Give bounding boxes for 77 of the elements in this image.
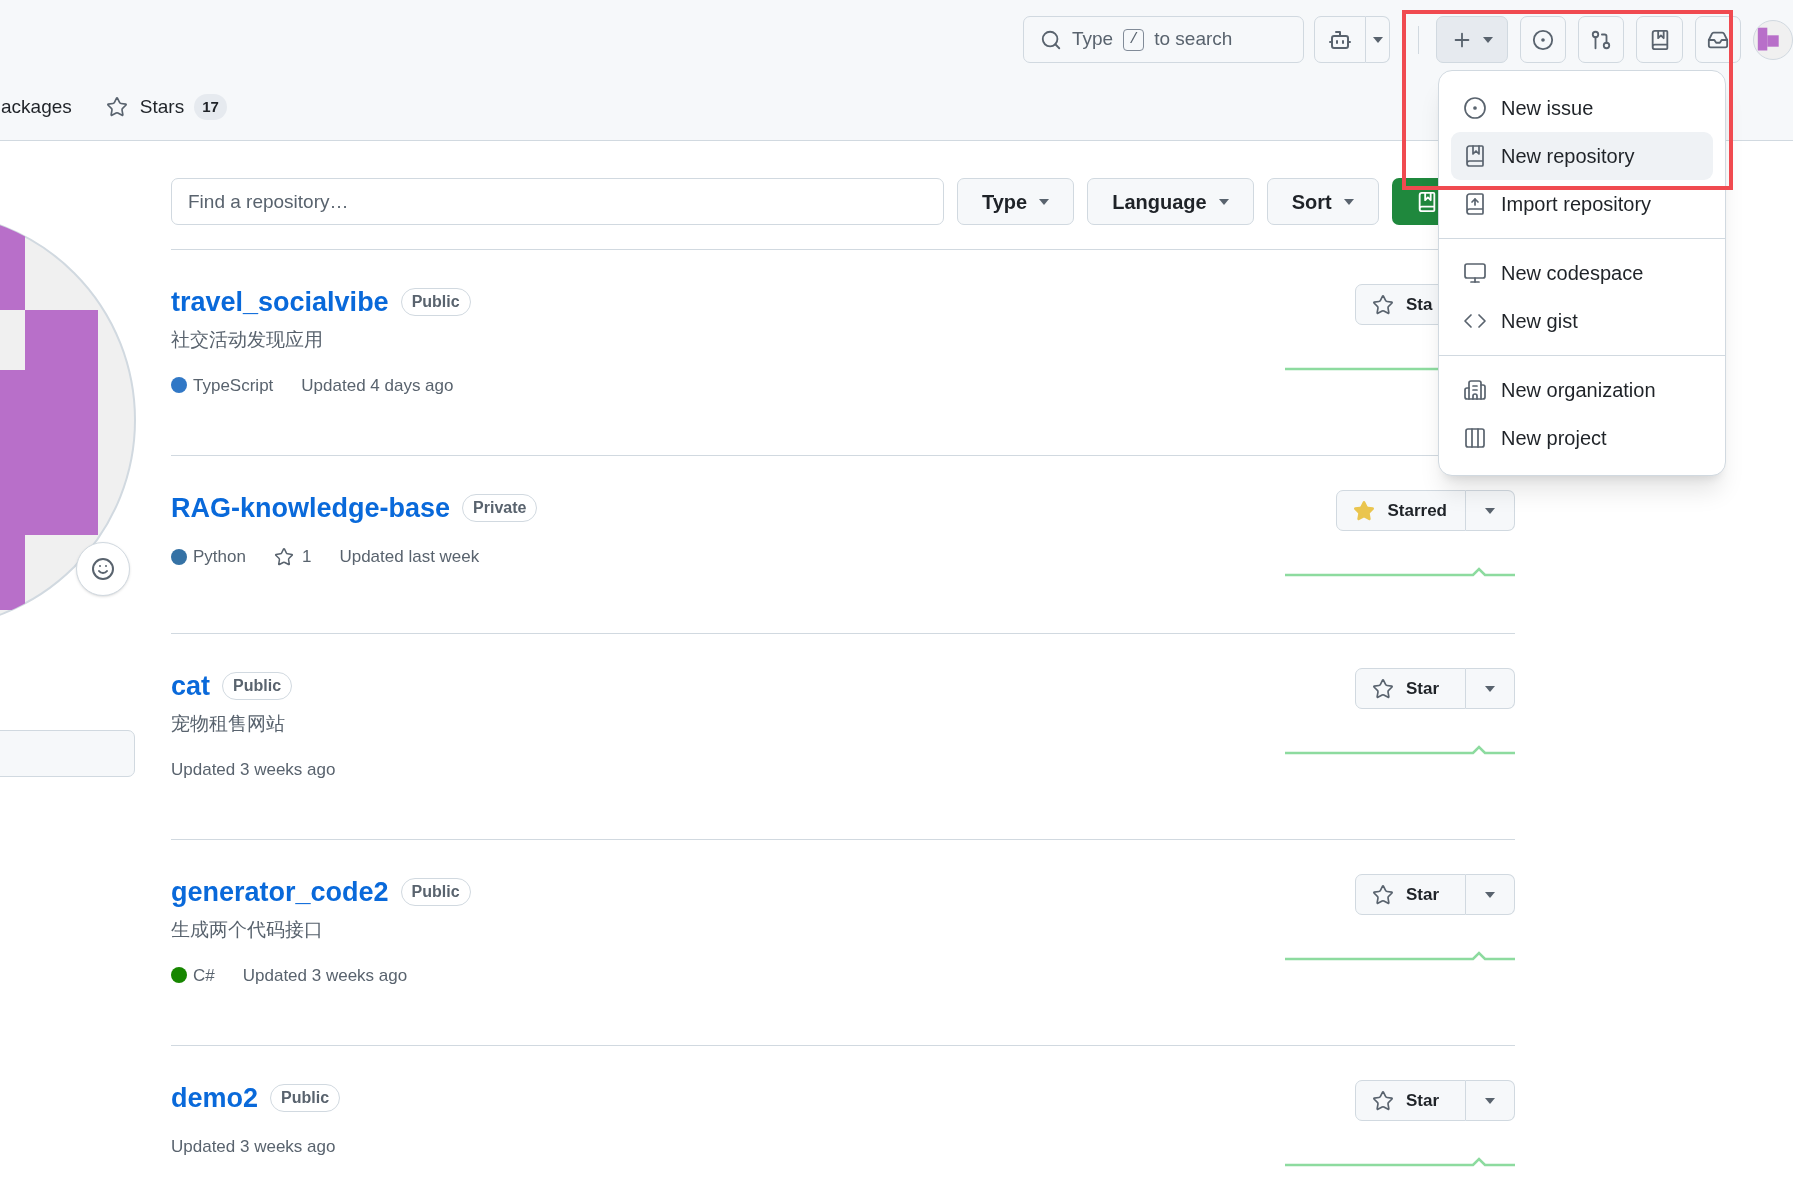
star-list-button[interactable] [1466,874,1515,915]
pull-requests-button[interactable] [1578,16,1625,63]
caret-icon [1343,198,1354,205]
copilot-button[interactable] [1314,16,1366,63]
star-icon [273,546,294,567]
search-hint: Type [1072,27,1114,52]
language-label: Python [193,546,246,568]
star-button[interactable]: Starred [1336,490,1466,531]
menu-item[interactable]: Import repository [1451,180,1713,228]
star-icon [105,96,128,118]
caret-icon [1218,198,1229,205]
caret-icon [1485,507,1495,514]
filter-button[interactable]: Language [1087,178,1254,225]
book-icon [1463,144,1487,168]
stargazers-link[interactable]: 1 [273,544,312,570]
menu-item[interactable]: New repository [1451,132,1713,180]
issue-icon [1532,28,1554,51]
repository-search-field[interactable]: Find a repository… [171,178,944,225]
caret-icon [1485,1097,1495,1104]
star-list-button[interactable] [1466,490,1515,531]
updated-time: Updated 3 weeks ago [242,964,408,987]
star-list-button[interactable] [1466,1080,1515,1121]
updated-time: Updated last week [339,546,480,568]
filter-button[interactable]: Sort [1266,178,1379,225]
star-list-button[interactable] [1466,668,1515,709]
issue-icon [1463,96,1487,120]
copilot-menu-button[interactable] [1366,16,1390,63]
status-button[interactable] [76,542,130,596]
repository-link[interactable]: travel_socialvibe [171,284,389,320]
filter-button[interactable]: Type [957,178,1075,225]
menu-item[interactable]: New issue [1451,84,1713,132]
star-icon [1372,1089,1394,1112]
search-icon [1040,28,1062,51]
language-label: TypeScript [193,374,274,397]
star-icon [1353,499,1376,522]
edit-field[interactable] [0,730,135,777]
repository-link[interactable]: RAG-knowledge-base [171,490,451,526]
count-badge: 17 [194,94,227,120]
issues-button[interactable] [1519,16,1567,63]
caret-icon [1039,198,1050,205]
star-button[interactable]: Star [1355,668,1466,709]
repositories-button[interactable] [1636,16,1683,63]
inbox-button[interactable] [1694,16,1741,63]
profile-tab[interactable]: ackages [1,92,72,122]
search-field[interactable]: Type / to search [1023,16,1304,63]
star-button[interactable]: Star [1355,874,1466,915]
smiley-icon [91,557,115,581]
star-icon [1372,677,1394,700]
language-label: C# [193,964,215,987]
updated-time: Updated 3 weeks ago [171,758,336,781]
search-hint: to search [1154,27,1233,52]
menu-item[interactable]: New project [1451,414,1713,462]
menu-item[interactable]: New organization [1451,366,1713,414]
caret-icon [1485,891,1495,898]
star-icon [1372,883,1394,906]
create-button[interactable] [1436,16,1508,63]
repository-description: 生成两个代码接口 [171,918,324,942]
repository-link[interactable]: cat [171,668,211,704]
computer-icon [1463,261,1487,285]
updated-time: Updated 3 weeks ago [171,1136,336,1158]
board-icon [1463,426,1487,450]
profile-tab[interactable]: Stars 17 [105,92,227,122]
updated-time: Updated 4 days ago [301,374,454,397]
star-button[interactable]: Star [1355,1080,1466,1121]
repository-link[interactable]: generator_code2 [171,874,389,910]
building-icon [1463,378,1487,402]
search-key: / [1123,28,1145,51]
repository-description: 宠物租售网站 [171,712,286,736]
caret-icon [1482,36,1493,43]
pull-request-icon [1590,28,1613,51]
avatar-button[interactable] [1753,19,1793,60]
star-icon [1372,293,1394,316]
repository-description: 社交活动发现应用 [171,328,324,352]
repository-link[interactable]: demo2 [171,1080,259,1116]
caret-icon [1485,685,1495,692]
book-upload-icon [1463,192,1487,216]
caret-icon [1372,36,1383,43]
